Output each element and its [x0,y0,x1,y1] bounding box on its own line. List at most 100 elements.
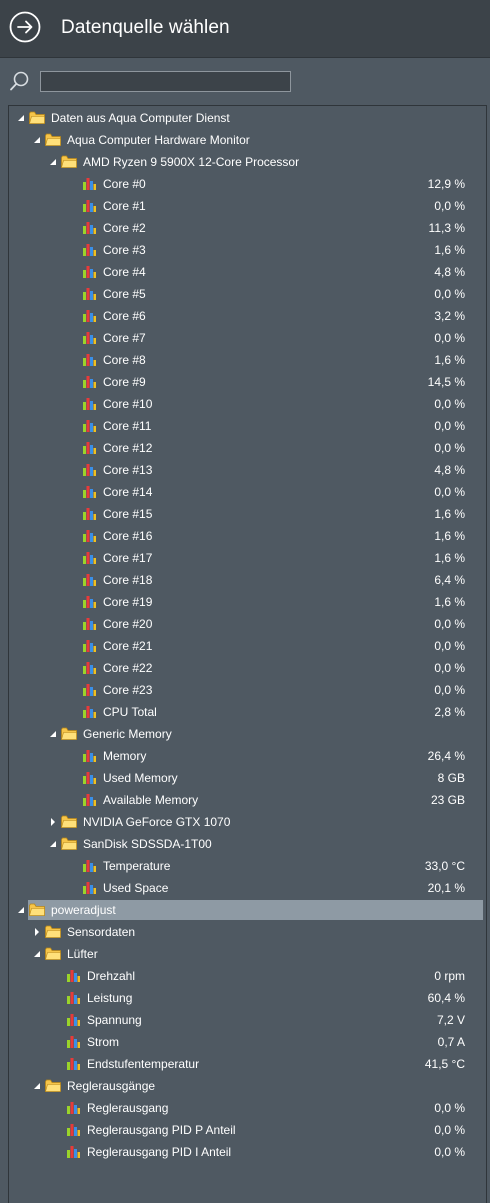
sensor-label: Core #13 [103,463,153,477]
tree-sensor-node[interactable]: Memory 26,4 % [9,745,486,767]
expanded-arrow-icon[interactable] [15,899,27,921]
sensor-value: 26,4 % [427,749,465,763]
sensor-value: 33,0 °C [424,859,465,873]
bar-chart-icon [83,574,96,586]
tree-sensor-node[interactable]: Used Memory 8 GB [9,767,486,789]
sensor-value: 0,0 % [434,1123,465,1137]
tree-folder-node[interactable]: Reglerausgänge [9,1075,486,1097]
tree-sensor-node[interactable]: Temperature 33,0 °C [9,855,486,877]
tree-sensor-node[interactable]: Core #9 14,5 % [9,371,486,393]
expanded-arrow-icon[interactable] [31,943,43,965]
tree-folder-node[interactable]: Daten aus Aqua Computer Dienst [9,107,486,129]
tree-sensor-node[interactable]: Core #8 1,6 % [9,349,486,371]
tree-sensor-node[interactable]: Drehzahl 0 rpm [9,965,486,987]
tree-sensor-node[interactable]: Core #23 0,0 % [9,679,486,701]
tree-sensor-node[interactable]: Reglerausgang PID P Anteil 0,0 % [9,1119,486,1141]
tree-sensor-node[interactable]: Endstufentemperatur 41,5 °C [9,1053,486,1075]
sensor-label: Core #5 [103,287,146,301]
tree-folder-node[interactable]: poweradjust [9,899,486,921]
folder-icon [61,155,77,168]
bar-chart-icon [67,970,80,982]
tree-sensor-node[interactable]: Available Memory 23 GB [9,789,486,811]
expanded-arrow-icon[interactable] [47,151,59,173]
expanded-arrow-icon[interactable] [47,723,59,745]
tree-folder-node[interactable]: Aqua Computer Hardware Monitor [9,129,486,151]
tree-sensor-node[interactable]: Core #22 0,0 % [9,657,486,679]
tree-folder-node[interactable]: AMD Ryzen 9 5900X 12-Core Processor [9,151,486,173]
bar-chart-icon [83,508,96,520]
sensor-label: Core #0 [103,177,146,191]
bar-chart-icon [83,552,96,564]
sensor-label: Core #3 [103,243,146,257]
tree-sensor-node[interactable]: Core #11 0,0 % [9,415,486,437]
bar-chart-icon [83,662,96,674]
bar-chart-icon [67,992,80,1004]
bar-chart-icon [83,684,96,696]
tree-sensor-node[interactable]: Reglerausgang 0,0 % [9,1097,486,1119]
tree-sensor-node[interactable]: Core #20 0,0 % [9,613,486,635]
sensor-label: CPU Total [103,705,157,719]
tree-sensor-node[interactable]: Core #6 3,2 % [9,305,486,327]
tree-sensor-node[interactable]: Core #10 0,0 % [9,393,486,415]
tree-node-label: Sensordaten [67,925,136,939]
tree-sensor-node[interactable]: Core #4 4,8 % [9,261,486,283]
bar-chart-icon [83,706,96,718]
tree-sensor-node[interactable]: Core #0 12,9 % [9,173,486,195]
tree-sensor-node[interactable]: Reglerausgang PID I Anteil 0,0 % [9,1141,486,1163]
bar-chart-icon [83,618,96,630]
sensor-value: 0,0 % [434,661,465,675]
bar-chart-icon [83,398,96,410]
sensor-label: Reglerausgang PID P Anteil [87,1123,236,1137]
tree-sensor-node[interactable]: Strom 0,7 A [9,1031,486,1053]
arrow-right-circle-icon[interactable] [9,11,41,43]
tree-sensor-node[interactable]: Core #5 0,0 % [9,283,486,305]
tree-sensor-node[interactable]: Leistung 60,4 % [9,987,486,1009]
tree-sensor-node[interactable]: Core #3 1,6 % [9,239,486,261]
tree-folder-node[interactable]: SanDisk SDSSDA-1T00 [9,833,486,855]
tree-sensor-node[interactable]: Core #15 1,6 % [9,503,486,525]
sensor-label: Core #7 [103,331,146,345]
tree-sensor-node[interactable]: CPU Total 2,8 % [9,701,486,723]
tree-sensor-node[interactable]: Core #19 1,6 % [9,591,486,613]
sensor-label: Core #6 [103,309,146,323]
search-input[interactable] [40,71,291,92]
expanded-arrow-icon[interactable] [47,833,59,855]
tree-sensor-node[interactable]: Core #18 6,4 % [9,569,486,591]
sensor-value: 0,0 % [434,287,465,301]
sensor-value: 1,6 % [434,529,465,543]
expanded-arrow-icon[interactable] [31,129,43,151]
tree-sensor-node[interactable]: Core #16 1,6 % [9,525,486,547]
sensor-value: 0,0 % [434,419,465,433]
tree-sensor-node[interactable]: Core #1 0,0 % [9,195,486,217]
expanded-arrow-icon[interactable] [31,1075,43,1097]
collapsed-arrow-icon[interactable] [31,921,43,943]
sensor-value: 0,0 % [434,331,465,345]
sensor-label: Core #20 [103,617,153,631]
tree-sensor-node[interactable]: Core #17 1,6 % [9,547,486,569]
folder-icon [45,1079,61,1092]
collapsed-arrow-icon[interactable] [47,811,59,833]
tree-folder-node[interactable]: NVIDIA GeForce GTX 1070 [9,811,486,833]
tree-sensor-node[interactable]: Core #2 11,3 % [9,217,486,239]
sensor-value: 23 GB [430,793,465,807]
tree-folder-node[interactable]: Sensordaten [9,921,486,943]
tree-sensor-node[interactable]: Core #13 4,8 % [9,459,486,481]
tree-sensor-node[interactable]: Core #7 0,0 % [9,327,486,349]
sensor-label: Core #10 [103,397,153,411]
sensor-label: Core #9 [103,375,146,389]
bar-chart-icon [67,1102,80,1114]
tree-folder-node[interactable]: Lüfter [9,943,486,965]
tree-sensor-node[interactable]: Spannung 7,2 V [9,1009,486,1031]
tree-sensor-node[interactable]: Used Space 20,1 % [9,877,486,899]
folder-icon [45,925,61,938]
expanded-arrow-icon[interactable] [15,107,27,129]
tree-sensor-node[interactable]: Core #14 0,0 % [9,481,486,503]
tree-sensor-node[interactable]: Core #21 0,0 % [9,635,486,657]
sensor-label: Core #23 [103,683,153,697]
bar-chart-icon [67,1014,80,1026]
tree-sensor-node[interactable]: Core #12 0,0 % [9,437,486,459]
tree-folder-node[interactable]: Generic Memory [9,723,486,745]
bar-chart-icon [83,376,96,388]
sensor-label: Core #1 [103,199,146,213]
sensor-value: 0,0 % [434,199,465,213]
